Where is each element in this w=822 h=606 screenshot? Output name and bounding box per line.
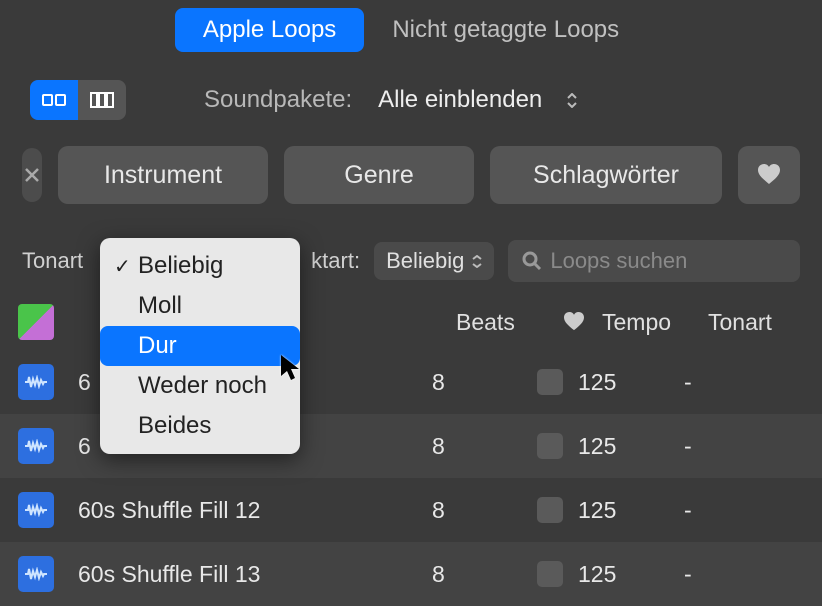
column-header-favorite[interactable]	[546, 312, 602, 332]
menu-item[interactable]: Dur	[100, 326, 300, 366]
chevron-updown-icon	[566, 93, 578, 108]
waveform-icon	[18, 364, 54, 400]
column-header-tempo[interactable]: Tempo	[602, 309, 708, 336]
favorites-filter-button[interactable]	[738, 146, 800, 204]
loop-key: -	[684, 433, 744, 460]
search-input[interactable]: Loops suchen	[508, 240, 800, 282]
view-mode-segmented[interactable]	[30, 80, 126, 120]
taktart-value: Beliebig	[386, 248, 464, 274]
loop-tempo: 125	[578, 369, 684, 396]
menu-item[interactable]: ✓Beliebig	[100, 246, 300, 286]
loop-name: 60s Shuffle Fill 13	[78, 561, 432, 588]
waveform-icon	[18, 428, 54, 464]
loop-beats: 8	[432, 561, 522, 588]
descriptors-filter-button[interactable]: Schlagwörter	[490, 146, 722, 204]
tab-apple-loops[interactable]: Apple Loops	[175, 8, 364, 52]
loop-beats: 8	[432, 433, 522, 460]
menu-item[interactable]: Moll	[100, 286, 300, 326]
loop-tempo: 125	[578, 497, 684, 524]
view-columns-icon[interactable]	[78, 80, 126, 120]
loop-beats: 8	[432, 497, 522, 524]
loop-name: 60s Shuffle Fill 12	[78, 497, 432, 524]
menu-item[interactable]: Weder noch	[100, 366, 300, 406]
favorite-checkbox[interactable]	[522, 433, 578, 459]
waveform-icon	[18, 556, 54, 592]
taktart-label: ktart:	[311, 248, 360, 274]
loop-type-header-icon[interactable]	[18, 304, 54, 340]
search-placeholder: Loops suchen	[550, 248, 687, 274]
favorite-checkbox[interactable]	[522, 561, 578, 587]
view-buttons-icon[interactable]	[30, 80, 78, 120]
menu-item[interactable]: Beides	[100, 406, 300, 446]
waveform-icon	[18, 492, 54, 528]
favorite-checkbox[interactable]	[522, 497, 578, 523]
tab-untagged-loops[interactable]: Nicht getaggte Loops	[364, 8, 647, 52]
taktart-dropdown[interactable]: Beliebig	[374, 242, 494, 280]
favorite-checkbox[interactable]	[522, 369, 578, 395]
tonart-label: Tonart	[22, 248, 83, 274]
loop-key: -	[684, 369, 744, 396]
column-header-beats[interactable]: Beats	[456, 309, 546, 336]
soundpacks-dropdown[interactable]: Alle einblenden	[378, 86, 542, 114]
chevron-updown-icon	[472, 255, 482, 268]
loop-tempo: 125	[578, 561, 684, 588]
genre-filter-button[interactable]: Genre	[284, 146, 474, 204]
loop-key: -	[684, 561, 744, 588]
table-row[interactable]: 60s Shuffle Fill 128 125-	[0, 478, 822, 542]
column-header-tonart[interactable]: Tonart	[708, 309, 798, 336]
table-row[interactable]: 60s Shuffle Fill 138 125-	[0, 542, 822, 606]
loop-beats: 8	[432, 369, 522, 396]
instrument-filter-button[interactable]: Instrument	[58, 146, 268, 204]
clear-filters-button[interactable]	[22, 148, 42, 202]
soundpacks-label: Soundpakete:	[204, 86, 352, 114]
loop-key: -	[684, 497, 744, 524]
tonart-dropdown-menu: ✓BeliebigMollDurWeder nochBeides	[100, 238, 300, 454]
loop-tempo: 125	[578, 433, 684, 460]
